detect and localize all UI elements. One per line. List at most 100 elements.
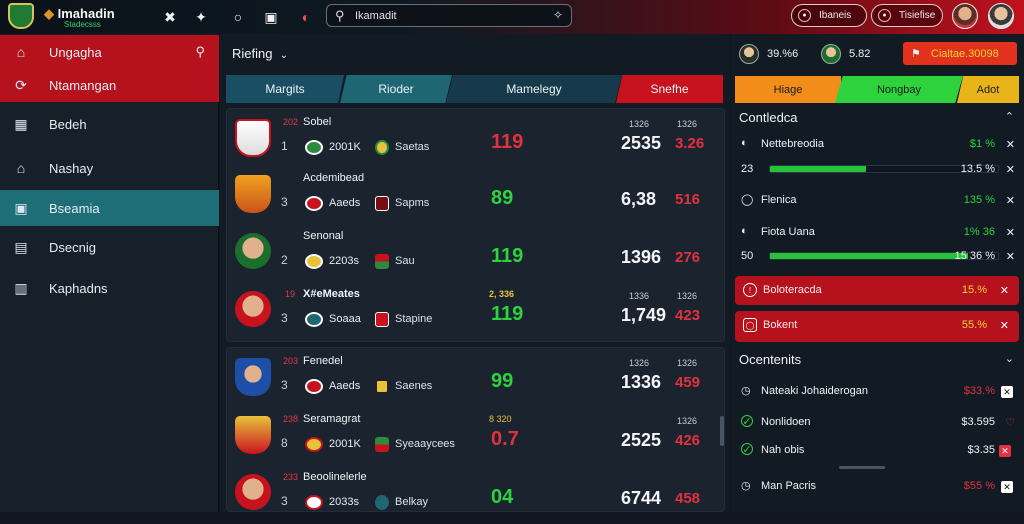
close-icon[interactable]: ✕ <box>1001 481 1013 493</box>
user-avatar[interactable] <box>988 3 1014 29</box>
row-tag: 203 <box>283 356 299 366</box>
tab-2[interactable]: Mamelegy <box>446 75 622 103</box>
close-icon[interactable]: ✕ <box>1001 386 1013 398</box>
team-badge <box>375 437 389 452</box>
list-item[interactable]: ◯ Flenica 135 % ✕ <box>739 193 1017 211</box>
row-odds: 3.26 <box>675 135 705 152</box>
row-odds: 458 <box>675 490 701 507</box>
alert-row[interactable]: ! Boloteracda 15.% ✕ <box>735 276 1019 305</box>
sidebar-item-label: Nashay <box>49 160 94 176</box>
table-row[interactable]: 233 Beoolinelerle 3 2033s Belkay 04 6744… <box>227 466 726 524</box>
avatar[interactable] <box>952 3 978 29</box>
section-dropdown[interactable]: Riefing ⌄ <box>232 46 288 61</box>
sidebar-item-3[interactable]: ⌂ Nashay <box>0 151 219 185</box>
team-crest <box>235 119 271 157</box>
sidebar-item-2[interactable]: ▦ Bedeh <box>0 107 219 141</box>
avatar <box>821 43 841 64</box>
table-row[interactable]: 238 Seramagrat 8 2001K Syeaaycees 8 320 … <box>227 408 726 466</box>
shield-icon: ◯ <box>741 194 754 206</box>
settings-pill[interactable]: ● Tisiefise <box>871 4 943 27</box>
check-icon: ✓ <box>741 443 753 456</box>
row-name: Acdemibead <box>303 172 365 184</box>
alert-icon: ! <box>743 283 757 297</box>
team-badge <box>305 140 323 155</box>
close-icon[interactable]: ✕ <box>999 445 1011 457</box>
chevron-down-icon[interactable]: ⌄ <box>1005 352 1014 365</box>
stat-chip-1[interactable]: 39.%6 <box>739 42 798 65</box>
chip-value: Cialtae.30098 <box>930 47 999 60</box>
list-item[interactable]: ◷ Nateaki Johaiderogan $33.% ✕ <box>739 384 1017 402</box>
club-logo[interactable] <box>8 3 34 29</box>
search-icon: ⚲ <box>335 8 345 23</box>
tab-bar: Margits Rioder Mamelegy Snefhe <box>226 75 723 103</box>
close-icon[interactable]: ✕ <box>1000 284 1009 297</box>
list-item[interactable]: ◷ Man Pacris $55 % ✕ <box>739 479 1017 497</box>
sidebar-item-4[interactable]: ▣ Bseamia <box>0 190 219 226</box>
table-row[interactable]: 203 Fenedel 3 Aaeds Saenes 99 1326 1336 … <box>227 350 726 408</box>
item-value: $1 % <box>969 138 995 150</box>
list-item[interactable]: ✓ Nonlidoen $3.595 ♡ <box>739 415 1017 433</box>
tab-nongbay[interactable]: Nongbay <box>835 76 963 103</box>
team-b: Sau <box>395 255 415 267</box>
scrollbar[interactable] <box>720 416 724 446</box>
close-icon[interactable]: ✕ <box>1006 226 1015 239</box>
table-row[interactable]: 19 X#eMeates 3 Soaaa Stapine 2, 336 119 … <box>227 283 726 341</box>
row-tag: 238 <box>283 414 299 424</box>
tab-label: Nongbay <box>876 83 922 96</box>
tab-3[interactable]: Snefhe <box>616 75 723 103</box>
close-icon[interactable]: ✕ <box>1006 138 1015 151</box>
row-rank: 2 <box>281 253 288 267</box>
tab-label: Snefhe <box>650 82 689 96</box>
heart-icon[interactable]: ♡ <box>1005 416 1015 429</box>
sidebar-item-label: Ntamangan <box>49 78 117 93</box>
square-icon[interactable]: ▣ <box>261 7 281 27</box>
list-item[interactable]: ◐ Nettebreodia $1 % ✕ <box>739 137 1017 155</box>
gauge-icon: ◐ <box>741 225 748 237</box>
monitor-icon: ▤ <box>14 238 28 255</box>
tab-hiage[interactable]: Hiage <box>735 76 841 103</box>
search-bar[interactable]: ⚲ ✧ <box>326 4 572 27</box>
item-label: 50 <box>741 250 754 262</box>
row-rank: 3 <box>281 311 288 325</box>
table-row[interactable]: 202 Sobel 1 2001K Saetas 119 1326 2535 1… <box>227 111 726 169</box>
search-icon[interactable]: ⚲ <box>195 44 205 60</box>
tab-adot[interactable]: Adot <box>957 76 1019 103</box>
row-rank: 3 <box>281 494 288 508</box>
search-input[interactable] <box>355 8 545 24</box>
brand-mark-icon: ◆ <box>44 6 54 21</box>
tab-0[interactable]: Margits <box>226 75 344 103</box>
sidebar-item-0[interactable]: ⌂ Ungagha ⚲ <box>0 35 219 69</box>
alert-row[interactable]: ◯ Bokent 55.% ✕ <box>735 311 1019 342</box>
sidebar: ⌂ Ungagha ⚲ ⟳ Ntamangan ▦ Bedeh ⌂ Nashay… <box>0 34 219 512</box>
close-icon[interactable]: ✕ <box>1006 163 1015 176</box>
stat-chip-3[interactable]: ⚑ Cialtae.30098 <box>903 42 1017 65</box>
close-icon[interactable]: ✕ <box>1000 319 1009 332</box>
table-row[interactable]: Acdemibead 3 Aaeds Sapms 89 6,38 516 <box>227 167 726 225</box>
row-stat: 1396 <box>621 247 662 267</box>
notification-pill[interactable]: ● Ibaneis <box>791 4 867 27</box>
list-item[interactable]: ✓ Nah obis $3.35 ✕ <box>739 443 1017 461</box>
crossed-tools-icon[interactable]: ✖ <box>160 7 180 27</box>
close-icon[interactable]: ✕ <box>1006 194 1015 207</box>
sidebar-item-1[interactable]: ⟳ Ntamangan <box>0 69 219 102</box>
circle-icon[interactable]: ○ <box>228 7 248 27</box>
row-name: Beoolinelerle <box>303 471 367 483</box>
close-icon[interactable]: ✕ <box>1006 250 1015 263</box>
clear-icon[interactable]: ✧ <box>553 8 563 22</box>
chart-ring-icon[interactable]: ◐ <box>296 7 316 27</box>
tab-1[interactable]: Rioder <box>340 75 452 103</box>
chevron-up-icon[interactable]: ⌃ <box>1005 110 1014 123</box>
item-value: 13.5 % <box>960 163 995 175</box>
list-item[interactable]: ◐ Fiota Uana 1% 36 ✕ <box>739 225 1017 243</box>
sidebar-item-6[interactable]: ▥ Kaphadns <box>0 271 219 305</box>
sparkle-icon[interactable]: ✦ <box>191 7 211 27</box>
team-badge <box>375 196 389 211</box>
table-row[interactable]: Senonal 2 2203s Sau 119 1396 276 <box>227 225 726 283</box>
team-badge <box>305 379 323 394</box>
sidebar-item-5[interactable]: ▤ Dsecnig <box>0 230 219 264</box>
item-label: Nah obis <box>761 444 805 456</box>
sidebar-item-label: Ungagha <box>49 44 102 60</box>
stat-chip-2[interactable]: 5.82 <box>821 42 870 65</box>
scroll-indicator[interactable] <box>839 466 885 469</box>
item-value: $55 % <box>963 480 995 492</box>
